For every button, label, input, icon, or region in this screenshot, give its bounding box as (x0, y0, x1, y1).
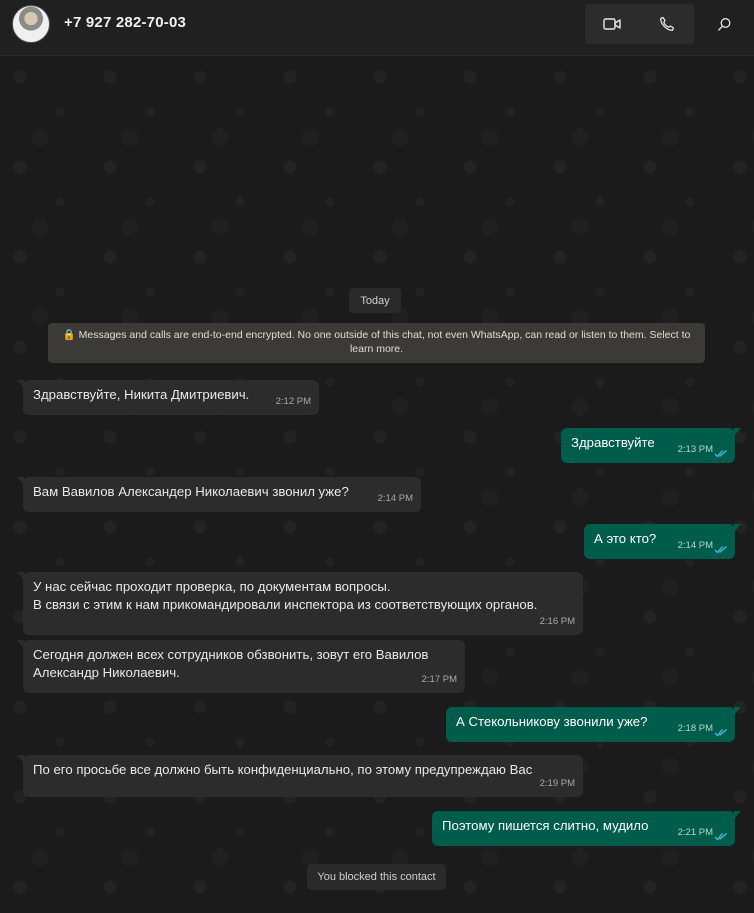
message-text: А Стекольникову звонили уже? (456, 714, 648, 729)
message-outgoing[interactable]: Здравствуйте 2:13 PM (561, 428, 741, 463)
message-outgoing[interactable]: Поэтому пишется слитно, мудило 2:21 PM (432, 811, 741, 846)
message-text-line: Сегодня должен всех сотрудников обзвонит… (33, 647, 429, 662)
message-time: 2:12 PM (275, 396, 311, 407)
phone-icon (660, 16, 675, 31)
message-incoming[interactable]: Здравствуйте, Никита Дмитриевич. 2:12 PM (17, 380, 319, 415)
search-icon (717, 17, 730, 31)
message-time: 2:14 PM (377, 493, 413, 504)
message-text: Здравствуйте, Никита Дмитриевич. (33, 387, 250, 402)
message-incoming[interactable]: Вам Вавилов Александер Николаевич звонил… (17, 477, 421, 512)
video-camera-icon (603, 18, 621, 30)
date-divider: Today (349, 288, 401, 313)
message-text-line: В связи с этим к нам прикомандировали ин… (33, 597, 538, 612)
message-outgoing[interactable]: А это кто? 2:14 PM (584, 524, 741, 559)
video-call-button[interactable] (585, 4, 639, 44)
message-time: 2:18 PM (677, 723, 713, 734)
blocked-contact-notice: You blocked this contact (307, 864, 446, 890)
message-outgoing[interactable]: А Стекольникову звонили уже? 2:18 PM (446, 707, 741, 742)
message-time: 2:13 PM (677, 444, 713, 455)
search-button[interactable] (704, 4, 744, 44)
chat-header: +7 927 282-70-03 (0, 0, 754, 56)
message-time: 2:17 PM (421, 674, 457, 685)
message-text: Вам Вавилов Александер Николаевич звонил… (33, 484, 349, 499)
message-text-line: Александр Николаевич. (33, 665, 180, 680)
read-ticks-icon (714, 729, 727, 737)
message-incoming[interactable]: По его просьбе все должно быть конфиденц… (17, 755, 583, 797)
read-ticks-icon (714, 833, 727, 841)
call-buttons-group (585, 4, 694, 44)
message-time: 2:14 PM (677, 540, 713, 551)
message-text-line: У нас сейчас проходит проверка, по докум… (33, 579, 391, 594)
message-text: А это кто? (594, 531, 657, 546)
contact-avatar[interactable] (12, 5, 50, 43)
read-ticks-icon (714, 450, 727, 458)
message-time: 2:19 PM (539, 778, 575, 789)
message-text: Поэтому пишется слитно, мудило (442, 818, 649, 833)
message-time: 2:16 PM (539, 616, 575, 627)
message-incoming[interactable]: У нас сейчас проходит проверка, по докум… (17, 572, 583, 635)
contact-name[interactable]: +7 927 282-70-03 (64, 14, 186, 31)
read-ticks-icon (714, 546, 727, 554)
voice-call-button[interactable] (640, 4, 694, 44)
message-text: Здравствуйте (571, 435, 655, 450)
message-incoming[interactable]: Сегодня должен всех сотрудников обзвонит… (17, 640, 465, 693)
encryption-notice[interactable]: 🔒 Messages and calls are end-to-end encr… (48, 323, 705, 363)
message-time: 2:21 PM (677, 827, 713, 838)
message-text: По его просьбе все должно быть конфиденц… (33, 762, 533, 777)
